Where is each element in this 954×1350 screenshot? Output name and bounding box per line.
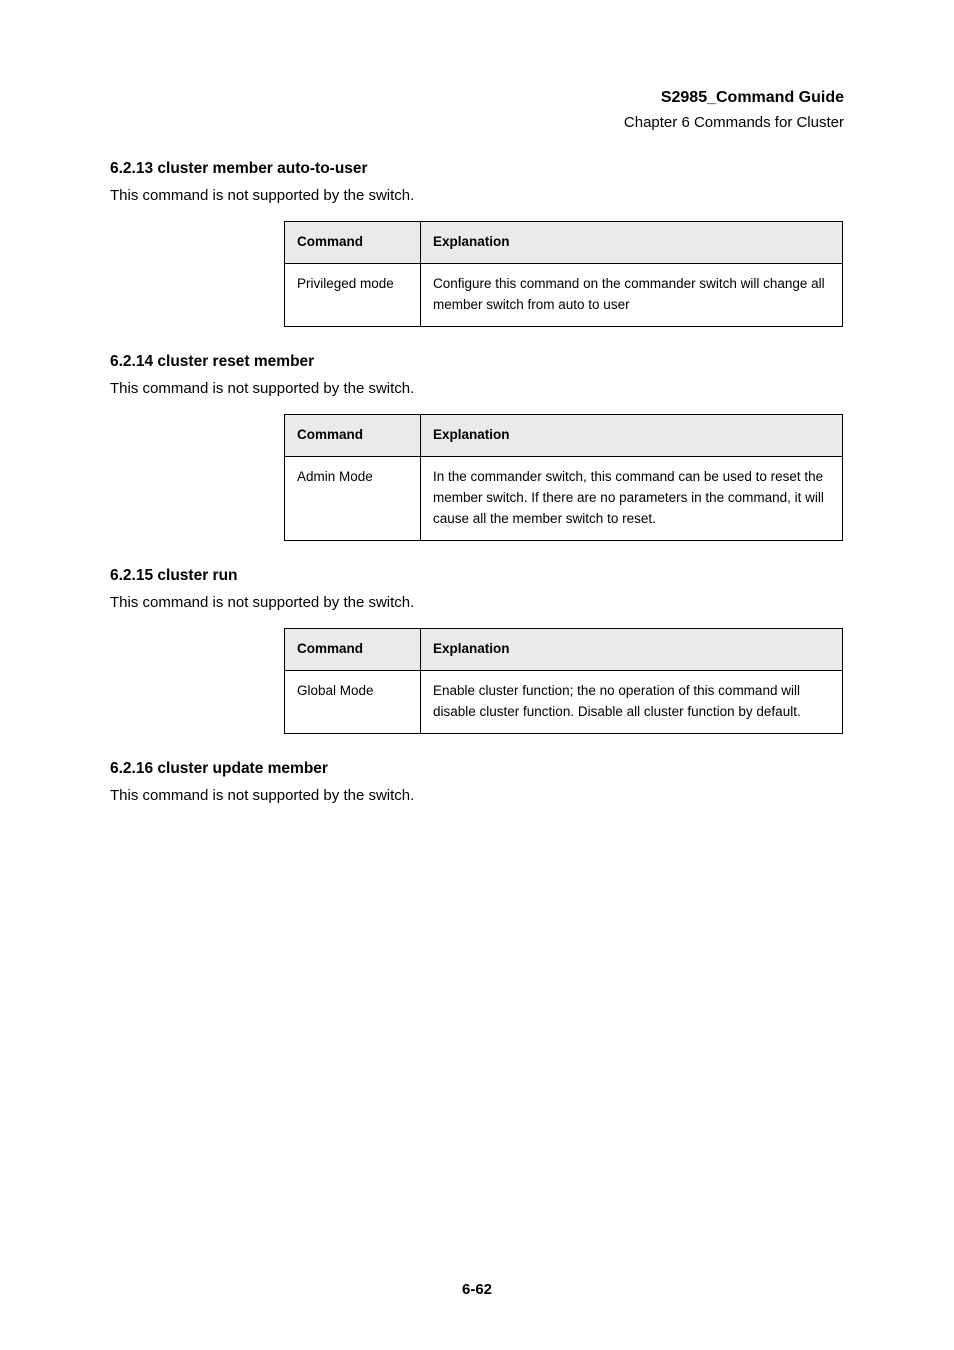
command-table: Command Explanation Global Mode Enable c… (284, 628, 843, 734)
td-command: Privileged mode (285, 264, 421, 327)
section-body: This command is not supported by the swi… (110, 784, 844, 807)
section-heading: 6.2.15 cluster run (110, 567, 844, 585)
table-row: Global Mode Enable cluster function; the… (285, 671, 843, 734)
section-6-2-15: 6.2.15 cluster run This command is not s… (110, 567, 844, 734)
section-body: This command is not supported by the swi… (110, 184, 844, 207)
section-body: This command is not supported by the swi… (110, 377, 844, 400)
table-head-row: Command Explanation (285, 222, 843, 264)
page-header-meta: S2985_Command Guide Chapter 6 Commands f… (110, 86, 844, 134)
page-number: 6-62 (0, 1281, 954, 1298)
command-table: Command Explanation Admin Mode In the co… (284, 414, 843, 541)
th-explanation: Explanation (421, 222, 843, 264)
th-explanation: Explanation (421, 629, 843, 671)
table-row: Privileged mode Configure this command o… (285, 264, 843, 327)
section-body: This command is not supported by the swi… (110, 591, 844, 614)
command-table: Command Explanation Privileged mode Conf… (284, 221, 843, 327)
chapter-title: Chapter 6 Commands for Cluster (110, 111, 844, 134)
td-command: Global Mode (285, 671, 421, 734)
table-head-row: Command Explanation (285, 415, 843, 457)
document-page: S2985_Command Guide Chapter 6 Commands f… (0, 0, 954, 1350)
section-6-2-14: 6.2.14 cluster reset member This command… (110, 353, 844, 541)
th-command: Command (285, 629, 421, 671)
table-row: Admin Mode In the commander switch, this… (285, 457, 843, 541)
table-head-row: Command Explanation (285, 629, 843, 671)
td-explanation: Configure this command on the commander … (421, 264, 843, 327)
td-explanation: In the commander switch, this command ca… (421, 457, 843, 541)
td-command: Admin Mode (285, 457, 421, 541)
section-heading: 6.2.13 cluster member auto-to-user (110, 160, 844, 178)
product-title: S2985_Command Guide (110, 86, 844, 111)
th-explanation: Explanation (421, 415, 843, 457)
section-6-2-16: 6.2.16 cluster update member This comman… (110, 760, 844, 807)
td-explanation: Enable cluster function; the no operatio… (421, 671, 843, 734)
section-6-2-13: 6.2.13 cluster member auto-to-user This … (110, 160, 844, 327)
section-heading: 6.2.16 cluster update member (110, 760, 844, 778)
th-command: Command (285, 415, 421, 457)
th-command: Command (285, 222, 421, 264)
section-heading: 6.2.14 cluster reset member (110, 353, 844, 371)
